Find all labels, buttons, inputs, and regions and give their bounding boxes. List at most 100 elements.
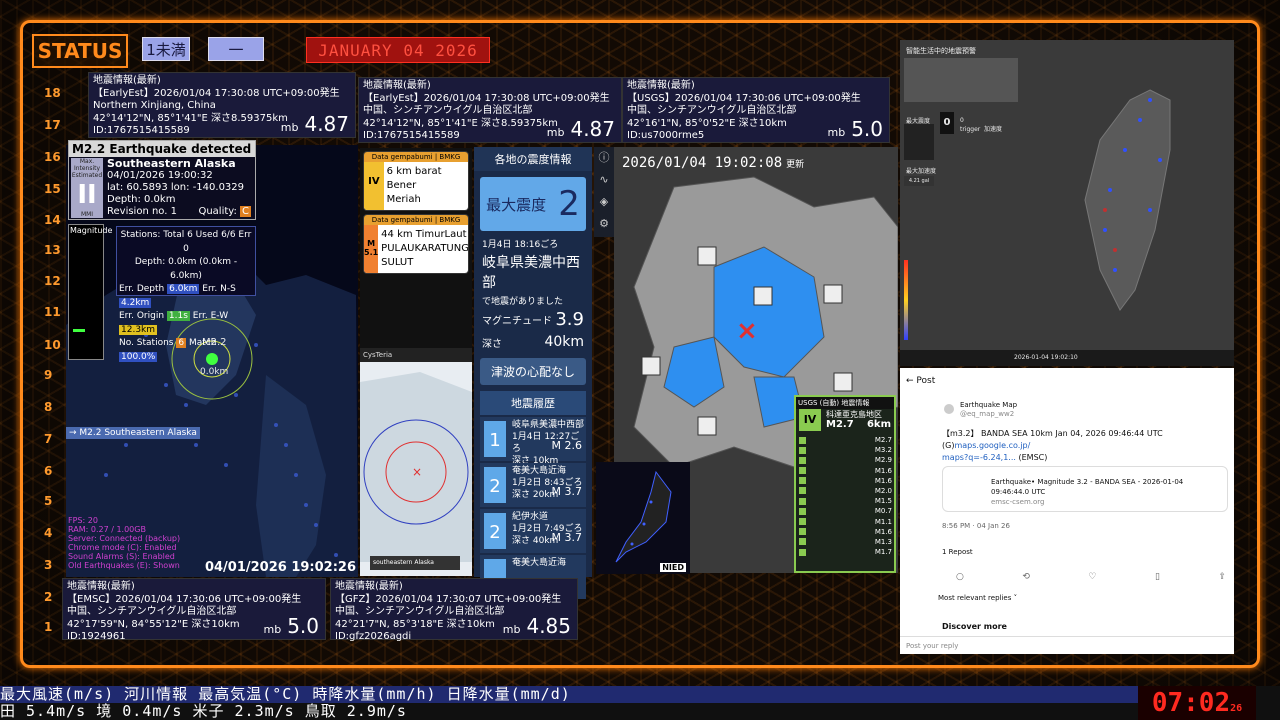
jp-depth-value: 40km (544, 334, 584, 350)
err-ew-value: 12.3km (119, 324, 158, 335)
info-title: 地震情報(最新) (93, 75, 161, 86)
mmi-label: MMI (80, 211, 94, 218)
clock-seconds: 26 (1230, 703, 1243, 714)
usgs-panel: USGS (自動) 地震情報 IV 科達亜克島地区 M2.7 6km M2.7 M… (794, 395, 896, 573)
stats-row3: No. Stations 6 Match 100.0% (119, 337, 253, 364)
usgs-row[interactable]: M1.5 (796, 496, 894, 506)
history-item[interactable]: 2 紀伊水道 1月2日 7:49ごろ 深さ 40km M 3.7 (480, 509, 586, 553)
history-place: 奄美大島近海 (512, 558, 567, 568)
scale-number: 17 (44, 118, 61, 132)
mb-label: mb (502, 622, 521, 636)
quake-info-card: 地震情報(最新) 【USGS】2026/01/04 17:30:06 UTC+09… (622, 77, 890, 143)
usgs-row-mag: M1.7 (874, 548, 892, 557)
usgs-row[interactable]: M1.6 (796, 466, 894, 476)
intensity-value: II (77, 180, 97, 210)
intensity-badge: 1未満 (142, 37, 190, 61)
bmkg-level-2: M 5.1 (364, 225, 379, 273)
info-magnitude: mb 4.87 (547, 119, 615, 141)
post-link[interactable]: maps.google.co.jp/ (954, 441, 1030, 450)
scale-number: 8 (44, 400, 53, 414)
eew-region: Southeastern Alaska (107, 157, 236, 170)
tsunami-status: 津波の心配なし (480, 358, 586, 385)
stats-stations: Stations: Total 6 Used 6/6 Err 0 (120, 230, 252, 254)
usgs-header: USGS (自動) 地震情報 (796, 397, 894, 409)
world-marker-depth: 0.0km (200, 367, 229, 377)
bmkg-card-2: Data gempabumi | BMKG M 5.1 44 km TimurL… (363, 214, 469, 274)
usgs-row[interactable]: M1.6 (796, 527, 894, 537)
stream-overlay: STATUS 1未満 一 JANUARY 04 2026 18 17 16 15 14 1… (0, 0, 1280, 720)
intensity-box: Max. Intensity Estimated II MMI (71, 158, 103, 218)
bmkg-text-2c: SULUT (381, 257, 414, 268)
world-time: 04/01/2026 19:02:26 (204, 560, 356, 575)
bmkg-text-1b: Meriah (386, 194, 421, 205)
post-replies-sort[interactable]: Most relevant replies ˅ (938, 594, 1017, 602)
clock: 07:0226 (1138, 686, 1256, 720)
date-display: JANUARY 04 2026 (306, 37, 490, 63)
info-title: 地震情報(最新) (67, 581, 135, 592)
usgs-row[interactable]: M0.7 (796, 506, 894, 516)
scale-number: 4 (44, 526, 53, 540)
bmkg-card-1: Data gempabumi | BMKG IV 6 km barat Bene… (363, 151, 469, 211)
usgs-row[interactable]: M2.0 (796, 486, 894, 496)
scale-number: 13 (44, 243, 61, 257)
info-line1: 【EarlyEst】2026/01/04 17:30:08 UTC+09:00発… (93, 87, 340, 99)
info-icon[interactable]: ⓘ (594, 147, 614, 169)
reply-input[interactable]: Post your reply (900, 636, 1234, 654)
world-legend: FPS: 20 RAM: 0.27 / 1.00GB Server: Connect… (68, 516, 180, 570)
avatar[interactable] (944, 404, 954, 414)
bookmark-icon[interactable]: ▯ (1155, 572, 1160, 582)
scale-number: 12 (44, 274, 61, 288)
history-item[interactable]: 1 岐阜県美濃中西部 1月4日 12:27ごろ 深さ 10km M 2.6 (480, 417, 586, 466)
eew-alert: M2.2 Earthquake detected Max. Intensity … (68, 140, 256, 220)
usgs-row[interactable]: M3.2 (796, 445, 894, 455)
world-event-tag: → M2.2 Southeastern Alaska (66, 427, 200, 439)
post-author: Earthquake Map @eq_map_ww2 (960, 401, 1017, 419)
post-author-name[interactable]: Earthquake Map (960, 401, 1017, 410)
err-depth-label: Err. Depth (119, 284, 165, 294)
svg-text:×: × (736, 316, 758, 346)
stats-depth: Depth: 0.0km (0.0km - 6.0km) (134, 257, 238, 281)
jp-where: 岐阜県美濃中西部 (482, 255, 580, 291)
history-item[interactable]: 2 奄美大島近海 1月2日 8:43ごろ 深さ 20km M 3.7 (480, 463, 586, 507)
wave-icon[interactable]: ∿ (594, 169, 614, 191)
gear-icon[interactable]: ⚙ (594, 213, 614, 235)
usgs-row[interactable]: M1.7 (796, 547, 894, 557)
usgs-row[interactable]: M2.7 (796, 435, 894, 445)
info-title: 地震情報(最新) (363, 80, 431, 91)
usgs-row[interactable]: M1.1 (796, 517, 894, 527)
legend-line: FPS: 20 (68, 516, 98, 525)
eew-title: M2.2 Earthquake detected (69, 141, 255, 157)
scale-number: 3 (44, 558, 53, 572)
usgs-row[interactable]: M1.3 (796, 537, 894, 547)
usgs-row-mag: M1.3 (874, 537, 892, 546)
scale-number: 11 (44, 305, 61, 319)
legend-line: RAM: 0.27 / 1.00GB (68, 525, 146, 534)
like-icon[interactable]: ♡ (1088, 572, 1096, 582)
max-intensity-label: 最大震度 (486, 195, 547, 214)
layers-icon[interactable]: ◈ (594, 191, 614, 213)
ticker-top: 最大風速(m/s) 河川情報 最高気温(°C) 時降水量(mm/h) 日降水量(… (0, 686, 1140, 703)
quality-label: Quality: (198, 206, 237, 217)
post-link-card[interactable]: Earthquake• Magnitude 3.2 - BANDA SEA - … (942, 466, 1228, 512)
nied-map: NIED (596, 462, 690, 574)
magnitude-title: Magnitude (70, 226, 113, 235)
info-line2: 中国、シンチアンウイグル自治区北部 (627, 105, 797, 116)
usgs-row-mag: M2.7 (874, 436, 892, 444)
info-line1: 【EMSC】2026/01/04 17:30:06 UTC+09:00発生 (67, 593, 302, 605)
stats-row2: Err. Origin 1.1s Err. E-W 12.3km (119, 310, 253, 337)
repost-icon[interactable]: ⟲ (1022, 572, 1030, 582)
usgs-row[interactable]: M2.9 (796, 455, 894, 465)
share-icon[interactable]: ⇪ (1218, 572, 1226, 582)
history-lines: 奄美大島近海 (512, 557, 566, 569)
legend-line: Server: Connected (backup) (68, 534, 181, 543)
scale-number: 9 (44, 368, 53, 382)
reply-icon[interactable]: ○ (956, 572, 964, 582)
back-arrow-icon[interactable]: ← (906, 376, 914, 386)
scale-number: 7 (44, 432, 53, 446)
bmkg-text-2b: PULAUKARATUNG- (381, 243, 469, 254)
jp-depth-label: 深さ (482, 338, 502, 350)
post-link2[interactable]: maps?q=-6.24,1... (942, 453, 1016, 462)
usgs-row-marker (799, 435, 808, 445)
usgs-row[interactable]: M1.6 (796, 476, 894, 486)
history-mag: M 2.6 (551, 439, 582, 452)
